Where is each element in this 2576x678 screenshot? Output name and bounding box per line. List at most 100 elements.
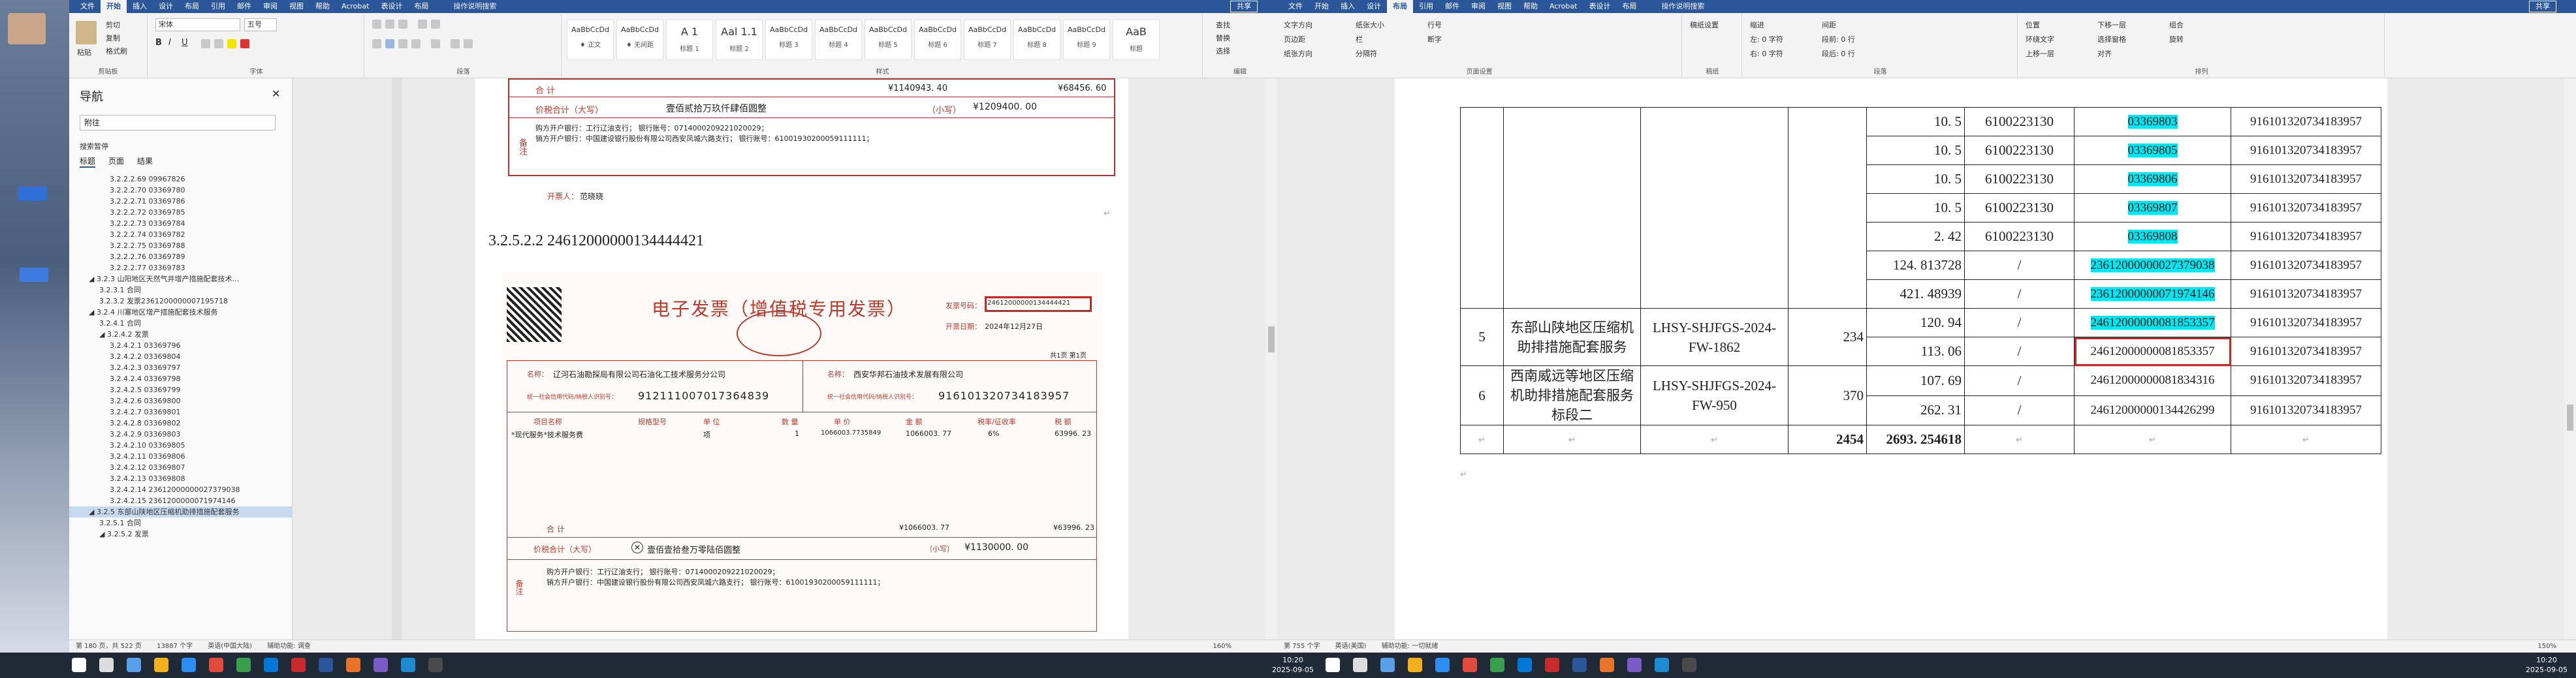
copy-button[interactable]: 复制 bbox=[106, 33, 120, 43]
invoice-no-cell[interactable]: 23612000000027379038 bbox=[2074, 251, 2231, 280]
wechat-icon[interactable] bbox=[1490, 658, 1504, 672]
row-no-cell[interactable]: 6 bbox=[1460, 365, 1504, 425]
tax-id-cell[interactable]: 916101320734183957 bbox=[2231, 365, 2381, 396]
invoice-no-cell[interactable]: 03369807 bbox=[2074, 193, 2231, 223]
replace-button[interactable]: 替换 bbox=[1216, 33, 1230, 43]
tab-7[interactable]: 审阅 bbox=[257, 0, 283, 13]
nav-heading-item[interactable]: 3.2.2.2.77 03369783 bbox=[69, 262, 293, 273]
tax-id-cell[interactable]: 916101320734183957 bbox=[2231, 395, 2381, 425]
paste-icon[interactable] bbox=[76, 21, 97, 44]
tax-id-cell[interactable]: 916101320734183957 bbox=[2231, 107, 2381, 136]
underline-button[interactable]: U bbox=[182, 38, 188, 48]
right-zoom-level[interactable]: 150% bbox=[2531, 640, 2563, 653]
empty-cell[interactable]: ↵ bbox=[2231, 425, 2381, 454]
style-11[interactable]: AaB 标题 bbox=[1113, 20, 1160, 60]
tax-id-cell[interactable]: 916101320734183957 bbox=[2231, 193, 2381, 223]
align-center-icon[interactable] bbox=[385, 39, 394, 48]
tab-0[interactable]: 文件 bbox=[74, 0, 101, 13]
code-cell[interactable]: / bbox=[1964, 365, 2075, 396]
app-icon[interactable] bbox=[1627, 658, 1642, 672]
page-count[interactable]: 第 180 页，共 522 页 bbox=[69, 640, 148, 653]
document-page[interactable]: 合 计 ¥1140943. 40 ¥68456. 60 价税合计（大写） 壹佰贰… bbox=[475, 78, 1128, 639]
invoice-no-cell[interactable]: 23612000000071974146 bbox=[2074, 279, 2231, 309]
desktop-button[interactable] bbox=[18, 186, 47, 200]
right-ribbon-item[interactable]: 页边距 bbox=[1284, 34, 1305, 44]
right-ribbon-item[interactable]: 对齐 bbox=[2097, 48, 2112, 59]
nav-heading-item[interactable]: 3.2.2.2.71 03369786 bbox=[69, 196, 293, 207]
code-cell[interactable]: 6100223130 bbox=[1964, 222, 2075, 251]
invoice-no-cell[interactable]: 03369805 bbox=[2074, 136, 2231, 165]
tax-id-cell[interactable]: 916101320734183957 bbox=[2231, 308, 2381, 337]
style-8[interactable]: AaBbCcDd 标题 7 bbox=[964, 20, 1011, 60]
right-ribbon-item[interactable]: 间距 bbox=[1822, 20, 1836, 30]
section-heading[interactable]: 3.2.5.2.2 24612000000134444421 bbox=[488, 232, 704, 250]
right-ribbon-item[interactable]: 行号 bbox=[1427, 20, 1442, 30]
nav-heading-item[interactable]: 3.2.4.2.2 03369804 bbox=[69, 351, 293, 362]
nav-heading-item[interactable]: 3.2.4.2.3 03369797 bbox=[69, 362, 293, 373]
nav-heading-item[interactable]: 3.2.4.2.8 03369802 bbox=[69, 418, 293, 429]
tab-7[interactable]: 审阅 bbox=[1465, 0, 1491, 13]
right-scrollbar-thumb[interactable] bbox=[2567, 405, 2573, 431]
tell-me-search[interactable]: 操作说明搜索 bbox=[1655, 0, 1710, 13]
pdf-icon[interactable] bbox=[1545, 658, 1559, 672]
start-icon[interactable] bbox=[72, 658, 86, 672]
amount-cell[interactable] bbox=[1788, 107, 1867, 309]
file-explorer-icon[interactable] bbox=[1408, 658, 1422, 672]
style-9[interactable]: AaBbCcDd 标题 8 bbox=[1013, 20, 1060, 60]
mail-icon[interactable] bbox=[1518, 658, 1532, 672]
qty-cell[interactable]: 10. 5 bbox=[1866, 136, 1965, 165]
code-cell[interactable]: / bbox=[1964, 395, 2075, 425]
bold-button[interactable]: B bbox=[155, 38, 162, 48]
qty-cell[interactable]: 2. 42 bbox=[1866, 222, 1965, 251]
nav-heading-item[interactable]: 3.2.4.2.4 03369798 bbox=[69, 373, 293, 384]
right-ribbon-item[interactable]: 左: 0 字符 bbox=[1750, 34, 1783, 44]
style-10[interactable]: AaBbCcDd 标题 9 bbox=[1063, 20, 1110, 60]
edge-icon[interactable] bbox=[1435, 658, 1450, 672]
tab-8[interactable]: 视图 bbox=[1491, 0, 1518, 13]
taskbar-clock-right[interactable]: 10:20 2025-09-05 bbox=[2520, 655, 2573, 675]
tab-0[interactable]: 文件 bbox=[1282, 0, 1309, 13]
wps-icon[interactable] bbox=[1600, 658, 1614, 672]
tab-12[interactable]: 布局 bbox=[408, 0, 434, 13]
qty-cell[interactable]: 10. 5 bbox=[1866, 164, 1965, 194]
nav-heading-item[interactable]: 3.2.2.2.70 03369780 bbox=[69, 185, 293, 196]
tab-10[interactable]: Acrobat bbox=[1544, 0, 1583, 13]
decrease-indent-icon[interactable] bbox=[418, 20, 427, 29]
right-ribbon-item[interactable]: 纸张方向 bbox=[1284, 48, 1312, 59]
terminal-icon[interactable] bbox=[1682, 658, 1696, 672]
tab-2[interactable]: 插入 bbox=[127, 0, 153, 13]
acrobat-icon[interactable] bbox=[1463, 658, 1477, 672]
nav-heading-item[interactable]: 3.2.4.2.15 2361200000071974146 bbox=[69, 495, 293, 506]
wechat-icon[interactable] bbox=[236, 658, 251, 672]
word-count[interactable]: 13887 个字 bbox=[150, 640, 199, 653]
style-4[interactable]: AaBbCcDd 标题 3 bbox=[765, 20, 812, 60]
align-right-icon[interactable] bbox=[398, 39, 407, 48]
nav-heading-item[interactable]: 3.2.4.2.11 03369806 bbox=[69, 451, 293, 462]
right-ribbon-item[interactable]: 环绕文字 bbox=[2026, 34, 2054, 44]
empty-cell[interactable]: ↵ bbox=[1460, 425, 1504, 454]
tab-5[interactable]: 引用 bbox=[205, 0, 231, 13]
font-name-select[interactable]: 宋体 bbox=[155, 18, 240, 31]
multilevel-list-icon[interactable] bbox=[398, 20, 407, 29]
nav-heading-item[interactable]: 3.2.4.1 合同 bbox=[69, 318, 293, 329]
tax-id-cell[interactable]: 916101320734183957 bbox=[2231, 251, 2381, 280]
nav-heading-item[interactable]: ◢ 3.2.5 东部山陕地区压缩机助排措施配套服务 bbox=[69, 506, 293, 517]
nav-heading-item[interactable]: 3.2.4.2.14 2361200000002737903​8 bbox=[69, 484, 293, 495]
invoice-no-cell[interactable]: 24612000000081853357 bbox=[2074, 308, 2231, 337]
search-icon[interactable] bbox=[99, 658, 114, 672]
nav-heading-item[interactable]: 3.2.2.2.74 03369782 bbox=[69, 229, 293, 240]
share-button[interactable]: 共享 bbox=[2529, 1, 2556, 12]
row-no-cell[interactable]: 5 bbox=[1460, 308, 1504, 366]
empty-cell[interactable]: ↵ bbox=[1964, 425, 2075, 454]
qty-cell[interactable]: 120. 94 bbox=[1866, 308, 1965, 337]
left-scrollbar-thumb[interactable] bbox=[1268, 326, 1275, 352]
font-color-icon[interactable] bbox=[240, 39, 249, 48]
tab-11[interactable]: 表设计 bbox=[1583, 0, 1616, 13]
right-ribbon-item[interactable]: 右: 0 字符 bbox=[1750, 48, 1783, 59]
qty-cell[interactable]: 107. 69 bbox=[1866, 365, 1965, 396]
borders-icon[interactable] bbox=[464, 39, 473, 48]
nav-heading-item[interactable]: 3.2.3.2 发票2361200000007195718 bbox=[69, 296, 293, 307]
right-ribbon-item[interactable]: 旋转 bbox=[2169, 34, 2184, 44]
nav-heading-item[interactable]: ◢ 3.2.4 川塞地区增产措施配套技术服务 bbox=[69, 307, 293, 318]
qty-cell[interactable]: 10. 5 bbox=[1866, 107, 1965, 136]
